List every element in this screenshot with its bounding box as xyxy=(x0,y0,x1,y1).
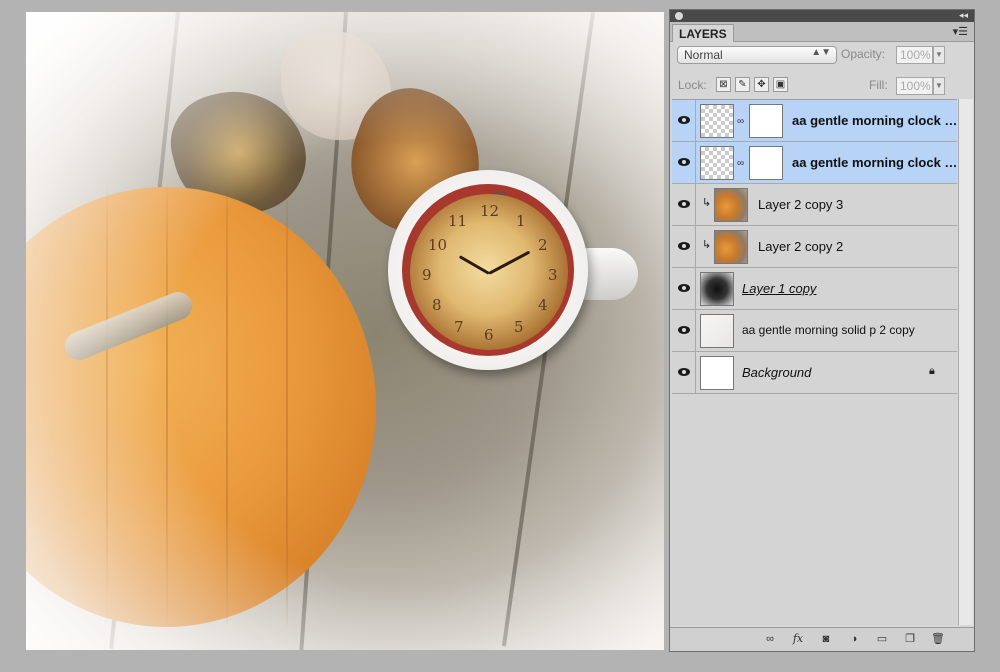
layer-row[interactable]: ↳ Layer 2 copy 3 xyxy=(672,184,957,226)
panel-tab-row: LAYERS ▾☰ xyxy=(670,22,974,42)
lock-icon: 🔒︎ xyxy=(929,365,935,377)
new-layer-icon[interactable]: ❐ xyxy=(902,632,918,646)
layer-name: aa gentle morning solid p 2 copy xyxy=(742,323,915,337)
visibility-toggle[interactable] xyxy=(672,184,696,225)
layers-panel: ◂◂ LAYERS ▾☰ Normal ▲▼ Opacity: 100% ▼ L… xyxy=(669,9,975,652)
eye-icon xyxy=(678,284,690,292)
layer-row[interactable]: ∞ aa gentle morning clock … xyxy=(672,142,957,184)
layer-thumbnail xyxy=(700,272,734,306)
opacity-field[interactable]: 100% xyxy=(896,46,933,64)
layer-row[interactable]: aa gentle morning solid p 2 copy xyxy=(672,310,957,352)
layer-row[interactable]: ↳ Layer 2 copy 2 xyxy=(672,226,957,268)
layer-row[interactable]: ∞ aa gentle morning clock … xyxy=(672,100,957,142)
visibility-toggle[interactable] xyxy=(672,352,696,393)
fill-field[interactable]: 100% xyxy=(896,77,933,95)
layer-name: aa gentle morning clock … xyxy=(792,113,958,128)
document-canvas[interactable]: DD 12 1 2 3 4 5 6 7 8 9 10 11 xyxy=(26,12,664,650)
layer-thumbnail xyxy=(700,104,734,138)
fx-icon[interactable]: fx xyxy=(790,632,806,646)
collapse-icon[interactable]: ◂◂ xyxy=(959,10,968,21)
visibility-toggle[interactable] xyxy=(672,226,696,267)
visibility-toggle[interactable] xyxy=(672,142,696,183)
link-chain-icon[interactable]: ∞ xyxy=(737,158,744,169)
lock-all-icon[interactable]: ▣ xyxy=(773,77,788,92)
clipping-arrow-icon: ↳ xyxy=(702,197,712,209)
opacity-label: Opacity: xyxy=(841,47,886,61)
layer-name: aa gentle morning clock … xyxy=(792,155,958,170)
eye-icon xyxy=(678,158,690,166)
eye-icon xyxy=(678,368,690,376)
layer-name: Background xyxy=(742,365,812,380)
mask-icon[interactable]: ◙ xyxy=(818,632,834,646)
layer-name: Layer 2 copy 3 xyxy=(758,197,844,212)
blend-mode-value: Normal xyxy=(684,48,723,62)
visibility-toggle[interactable] xyxy=(672,100,696,141)
panel-menu-icon[interactable]: ▾☰ xyxy=(953,25,968,38)
eye-icon xyxy=(678,200,690,208)
layer-thumbnail xyxy=(700,356,734,390)
lock-label: Lock: xyxy=(678,78,707,92)
layer-thumbnail xyxy=(714,230,748,264)
updown-arrows-icon: ▲▼ xyxy=(811,47,831,58)
lock-image-icon[interactable]: ✎ xyxy=(735,77,750,92)
lock-position-icon[interactable]: ✥ xyxy=(754,77,769,92)
layer-mask-thumbnail[interactable] xyxy=(749,104,783,138)
blend-mode-select[interactable]: Normal ▲▼ xyxy=(677,46,837,64)
layer-name: Layer 2 copy 2 xyxy=(758,239,844,254)
layer-thumbnail xyxy=(700,146,734,180)
tab-layers[interactable]: LAYERS xyxy=(672,24,734,42)
layer-name: Layer 1 copy xyxy=(742,281,817,296)
trash-icon[interactable]: 🗑︎ xyxy=(930,632,946,646)
group-folder-icon[interactable]: ▭ xyxy=(874,632,890,646)
paper-vignette-overlay xyxy=(26,12,664,650)
fill-dropdown-arrow[interactable]: ▼ xyxy=(933,77,945,95)
close-icon[interactable] xyxy=(675,12,683,20)
layer-row[interactable]: Background 🔒︎ xyxy=(672,352,957,394)
layer-list-scrollbar[interactable] xyxy=(958,99,973,625)
clipping-arrow-icon: ↳ xyxy=(702,239,712,251)
eye-icon xyxy=(678,326,690,334)
opacity-dropdown-arrow[interactable]: ▼ xyxy=(933,46,945,64)
panel-title-bar[interactable]: ◂◂ xyxy=(670,10,974,22)
lock-transparent-icon[interactable]: ⊠ xyxy=(716,77,731,92)
fill-label: Fill: xyxy=(869,78,888,92)
eye-icon xyxy=(678,242,690,250)
layer-row[interactable]: Layer 1 copy xyxy=(672,268,957,310)
panel-bottom-toolbar: ∞ fx ◙ ◑ ▭ ❐ 🗑︎ xyxy=(670,627,974,651)
adjustment-icon[interactable]: ◑ xyxy=(846,632,862,646)
link-chain-icon[interactable]: ∞ xyxy=(737,116,744,127)
eye-icon xyxy=(678,116,690,124)
layer-list: ∞ aa gentle morning clock … ∞ aa gentle … xyxy=(672,99,957,625)
link-layers-icon[interactable]: ∞ xyxy=(762,632,778,646)
layer-thumbnail xyxy=(714,188,748,222)
visibility-toggle[interactable] xyxy=(672,310,696,351)
layer-thumbnail xyxy=(700,314,734,348)
layer-mask-thumbnail[interactable] xyxy=(749,146,783,180)
visibility-toggle[interactable] xyxy=(672,268,696,309)
